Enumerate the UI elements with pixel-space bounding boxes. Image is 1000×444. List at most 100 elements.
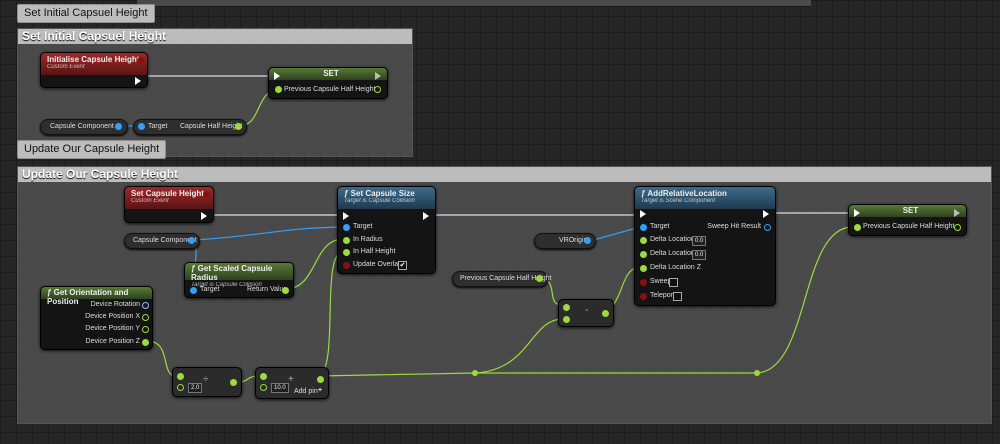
target-pin[interactable]	[190, 287, 197, 294]
float-out-pin[interactable]	[235, 123, 242, 130]
object-out-pin[interactable]	[584, 237, 591, 244]
set-node-update[interactable]: SET Previous Capsule Half Height	[848, 204, 967, 236]
exec-in-pin[interactable]	[274, 72, 280, 80]
float-out-pin[interactable]	[230, 379, 237, 386]
set-capsule-height-event[interactable]: Set Capsule Height Custom Event	[124, 186, 214, 223]
pin-label: Target	[650, 223, 670, 230]
variable-label: Capsule Component	[50, 123, 114, 130]
teleport-checkbox[interactable]	[673, 292, 682, 301]
float-in-pin[interactable]	[275, 86, 282, 93]
device-position-x-pin[interactable]	[142, 314, 149, 321]
event-subtitle: Custom Event	[47, 64, 85, 70]
pin-label: Target	[353, 223, 373, 230]
addend-value-field[interactable]: 10.0	[271, 383, 289, 393]
float-in-pin[interactable]	[177, 373, 184, 380]
exec-in-pin[interactable]	[854, 209, 860, 217]
delegate-pin[interactable]	[203, 191, 210, 198]
object-out-pin[interactable]	[115, 123, 122, 130]
update-overlaps-checkbox[interactable]: ✔	[398, 261, 407, 270]
delta-location-z-pin[interactable]	[640, 265, 647, 272]
pin-label: Delta Location Z	[650, 264, 701, 271]
sweep-pin[interactable]	[640, 279, 647, 286]
set-node-initial[interactable]: SET Previous Capsule Half Height	[268, 67, 388, 99]
event-header[interactable]: Initialise Capsule Height Custom Event	[41, 53, 147, 75]
delegate-pin[interactable]	[137, 57, 144, 64]
event-subtitle: Custom Event	[131, 198, 169, 204]
float-out-pin[interactable]	[374, 86, 381, 93]
device-rotation-pin[interactable]	[142, 302, 149, 309]
in-half-height-pin[interactable]	[343, 249, 350, 256]
function-f-icon: ƒ	[191, 264, 198, 273]
device-position-y-pin[interactable]	[142, 326, 149, 333]
float-out-pin[interactable]	[602, 310, 609, 317]
update-overlaps-pin[interactable]	[343, 262, 350, 269]
target-pin[interactable]	[138, 123, 145, 130]
exec-out-pin[interactable]	[763, 210, 769, 218]
add-node[interactable]: 10.0 + Add pin +	[255, 367, 329, 399]
exec-in-pin[interactable]	[640, 210, 646, 218]
float-in-pin[interactable]	[563, 316, 570, 323]
add-relative-location-node[interactable]: ƒ AddRelativeLocation Target is Scene Co…	[634, 186, 776, 306]
device-position-z-pin[interactable]	[142, 339, 149, 346]
set-header[interactable]: SET	[269, 68, 387, 80]
delta-y-value-field[interactable]: 0.0	[692, 250, 707, 260]
function-header[interactable]: ƒ Set Capsule Size Target is Capsule Col…	[338, 187, 435, 209]
capsule-component-variable[interactable]: Capsule Component	[40, 119, 128, 135]
exec-out-pin[interactable]	[423, 212, 429, 220]
sweep-checkbox[interactable]	[669, 278, 678, 287]
float-in-pin[interactable]	[563, 304, 570, 311]
exec-out-pin[interactable]	[375, 72, 381, 80]
set-header[interactable]: SET	[849, 205, 966, 217]
event-title: Set Capsule Height	[131, 189, 204, 198]
exec-out-pin[interactable]	[135, 77, 141, 85]
delta-location-y-pin[interactable]	[640, 251, 647, 258]
pin-label: In Radius	[353, 236, 383, 243]
pin-label: Target	[200, 286, 220, 293]
get-scaled-capsule-radius-node[interactable]: ƒ Get Scaled Capsule Radius Target is Ca…	[184, 262, 294, 298]
float-out-pin[interactable]	[282, 287, 289, 294]
add-pin-plus-icon[interactable]: +	[318, 387, 322, 394]
event-title: Initialise Capsule Height	[47, 55, 140, 64]
initialise-capsule-height-event[interactable]: Initialise Capsule Height Custom Event	[40, 52, 148, 88]
exec-out-pin[interactable]	[201, 212, 207, 220]
event-header[interactable]: Set Capsule Height Custom Event	[125, 187, 213, 209]
function-header[interactable]: ƒ Get Scaled Capsule Radius Target is Ca…	[185, 263, 293, 288]
subtract-node[interactable]: -	[558, 299, 614, 327]
pin-label: Teleport	[650, 292, 675, 299]
set-title: SET	[902, 206, 919, 215]
function-subtitle: Target is Capsule Collision	[344, 198, 415, 204]
set-capsule-size-node[interactable]: ƒ Set Capsule Size Target is Capsule Col…	[337, 186, 436, 274]
divisor-value-field[interactable]: 2.0	[188, 383, 203, 393]
function-header[interactable]: ƒ AddRelativeLocation Target is Scene Co…	[635, 187, 775, 209]
function-title: ƒ Set Capsule Size	[344, 189, 415, 198]
delta-location-x-pin[interactable]	[640, 237, 647, 244]
function-header[interactable]: ƒ Get Orientation and Position	[41, 287, 152, 306]
delta-x-value-field[interactable]: 0.0	[692, 236, 707, 246]
get-orientation-and-position-node[interactable]: ƒ Get Orientation and Position Device Ro…	[40, 286, 153, 350]
capsule-half-height-getter[interactable]: Target Capsule Half Height	[133, 119, 247, 135]
float-out-pin[interactable]	[536, 275, 543, 282]
previous-capsule-half-height-variable[interactable]: Previous Capsule Half Height	[452, 271, 551, 287]
exec-in-pin[interactable]	[343, 212, 349, 220]
divide-node[interactable]: 2.0 ÷	[172, 367, 242, 397]
function-title: ƒ Get Scaled Capsule Radius	[191, 264, 273, 282]
sweep-hit-result-pin[interactable]	[764, 224, 771, 231]
float-in-pin[interactable]	[260, 384, 267, 391]
float-in-pin[interactable]	[260, 373, 267, 380]
float-in-pin[interactable]	[177, 384, 184, 391]
add-pin-label[interactable]: Add pin	[294, 388, 318, 395]
in-radius-pin[interactable]	[343, 237, 350, 244]
teleport-pin[interactable]	[640, 293, 647, 300]
capsule-component-variable[interactable]: Capsule Component	[124, 233, 200, 249]
vrorigin-variable[interactable]: VROrigin	[534, 233, 596, 249]
target-pin[interactable]	[343, 224, 350, 231]
object-out-pin[interactable]	[188, 237, 195, 244]
float-out-pin[interactable]	[954, 224, 961, 231]
output-label: Capsule Half Height	[180, 123, 243, 130]
float-out-pin[interactable]	[317, 376, 324, 383]
float-in-pin[interactable]	[854, 224, 861, 231]
exec-out-pin[interactable]	[954, 209, 960, 217]
target-label: Target	[148, 123, 168, 130]
divide-operator: ÷	[203, 374, 209, 385]
target-pin[interactable]	[640, 224, 647, 231]
